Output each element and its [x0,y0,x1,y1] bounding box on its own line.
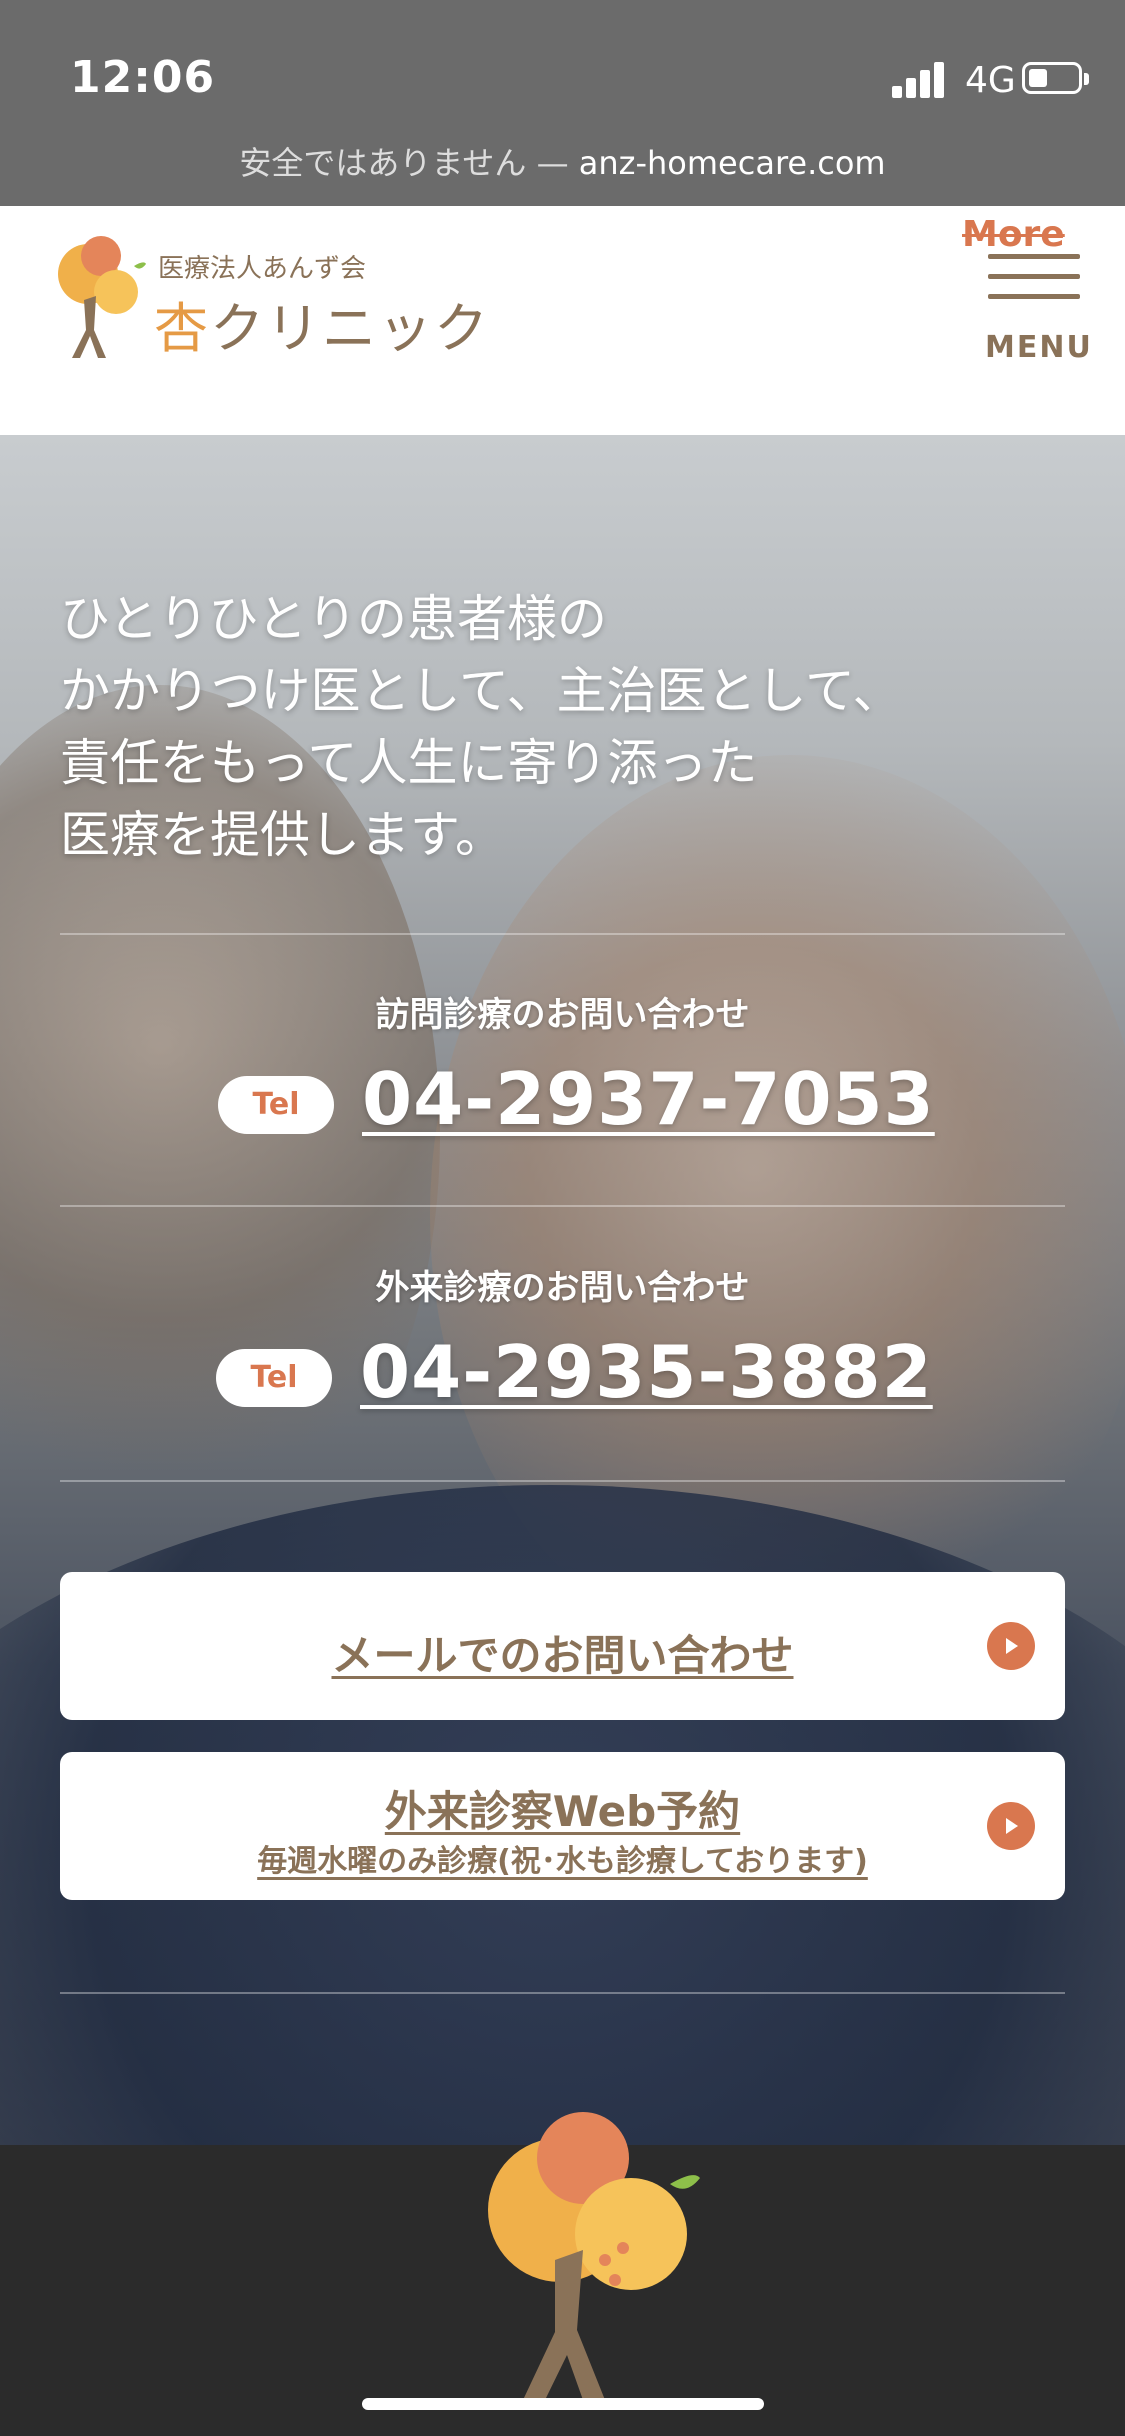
hero-section: ひとりひとりの患者様の かかりつけ医として、主治医として、 責任をもって人生に寄… [0,435,1125,2145]
home-visit-contact-label: 訪問診療のお問い合わせ [375,995,750,1035]
menu-label[interactable]: MENU [985,330,1093,365]
clinic-name-kanji: 杏 [154,297,210,360]
web-reservation-label: 外来診察Web予約 [384,1787,741,1836]
insecure-label: 安全ではありません — [239,144,569,182]
footer-logo-icon [488,2112,700,2400]
tagline-line: 医療を提供します。 [60,806,505,864]
home-indicator[interactable] [362,2398,764,2410]
tel-badge: Tel [216,1349,332,1407]
divider [60,933,1065,935]
divider [60,1205,1065,1207]
network-type: 4G [965,60,1016,101]
clinic-name[interactable]: 杏クリニック [154,284,490,363]
hero-tagline: ひとりひとりの患者様の かかりつけ医として、主治医として、 責任をもって人生に寄… [60,583,903,871]
battery-icon [1022,62,1089,94]
clinic-logo-icon[interactable] [46,230,146,360]
clinic-name-rest: クリニック [210,297,490,360]
mail-inquiry-label: メールでのお問い合わせ [331,1631,794,1680]
tagline-line: 責任をもって人生に寄り添った [60,734,758,792]
status-bar: 12:06 4G 安全ではありません — anz-homecare.com [0,0,1125,206]
url-bar[interactable]: 安全ではありません — anz-homecare.com [0,138,1125,184]
outpatient-phone-link[interactable]: 04-2935-3882 [360,1330,933,1414]
hamburger-menu-icon[interactable] [988,246,1080,306]
org-name: 医療法人あんず会 [158,254,367,284]
divider [60,1992,1065,1994]
home-visit-phone-link[interactable]: 04-2937-7053 [362,1057,935,1141]
tagline-line: ひとりひとりの患者様の [60,590,607,648]
outpatient-contact-label: 外来診療のお問い合わせ [375,1268,750,1308]
tel-badge: Tel [218,1076,334,1134]
web-reservation-note: 毎週水曜のみ診療(祝･水も診療しております) [257,1844,868,1879]
web-reservation-button[interactable]: 外来診察Web予約 毎週水曜のみ診療(祝･水も診療しております) [60,1752,1065,1900]
mail-inquiry-button[interactable]: メールでのお問い合わせ [60,1572,1065,1720]
arrow-right-icon [987,1802,1035,1850]
tagline-line: かかりつけ医として、主治医として、 [60,662,903,720]
url-domain: anz-homecare.com [578,144,886,182]
arrow-right-icon [987,1622,1035,1670]
site-header: 医療法人あんず会 杏クリニック More MENU [0,206,1125,435]
divider [60,1480,1065,1482]
signal-icon [892,60,948,98]
clock: 12:06 [70,52,216,103]
